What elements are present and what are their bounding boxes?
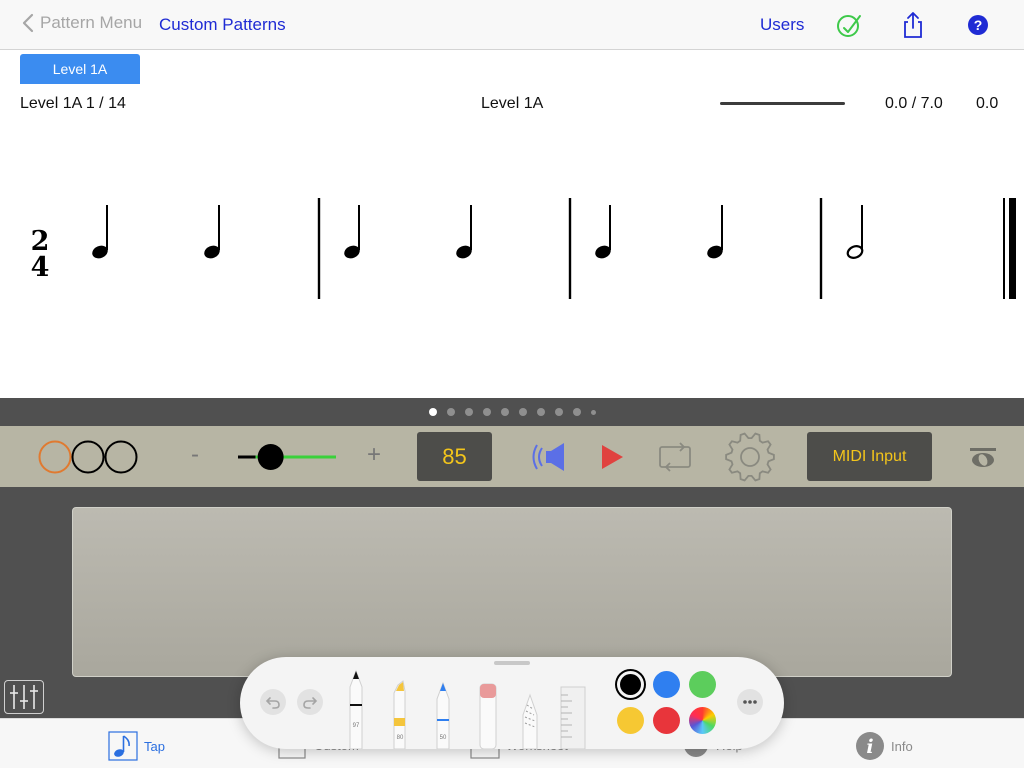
gear-icon [725,432,775,482]
time-signature-bottom: 4 [31,252,50,283]
page-title: Custom Patterns [159,15,286,34]
progress-text: 0.0 / 7.0 [885,95,943,112]
progress-bar [720,102,845,105]
pen-tool[interactable]: 97 [344,667,368,749]
quarter-note [595,205,611,259]
volume-slider[interactable] [236,440,340,474]
svg-text:?: ? [974,17,983,33]
tap-pad[interactable] [72,507,952,677]
tab-tap[interactable]: Tap [108,731,165,761]
speaker-icon [532,443,564,471]
quarter-note [707,205,723,259]
undo-button[interactable] [260,689,286,715]
more-options-button[interactable] [737,689,763,715]
loop-button[interactable] [657,442,693,472]
count-in-circle [71,440,105,474]
palette-grabber[interactable] [494,661,530,665]
whole-note-button[interactable] [968,446,998,468]
marker-tool-number: 80 [396,735,404,741]
back-button[interactable]: Pattern Menu [22,13,142,33]
color-swatch[interactable] [617,707,644,734]
redo-button[interactable] [297,689,323,715]
transport-bar: - + 85 MIDI Input [0,426,1024,487]
lasso-icon [522,693,538,749]
back-button-label: Pattern Menu [40,13,143,32]
ruler-icon [560,686,586,749]
pencil-tool-number: 50 [439,735,447,741]
tab-info[interactable]: i Info [855,731,913,761]
undo-icon [265,697,280,709]
color-swatch[interactable] [653,671,680,698]
quarter-note [456,205,472,259]
help-icon: ? [968,15,988,35]
ellipsis-icon [743,700,757,704]
chevron-left-icon [22,13,34,33]
svg-text:i: i [866,736,873,758]
navigation-bar: Pattern Menu Custom Patterns Users ? [0,0,1024,50]
users-button[interactable]: Users [760,15,804,35]
level-title: Level 1A [481,95,544,112]
tab-info-label: Info [891,738,913,754]
page-dot[interactable] [464,408,473,416]
tab-level-1a[interactable]: Level 1A [20,54,140,84]
tempo-decrease-button[interactable]: - [191,441,199,469]
drawing-palette: 97 80 50 [240,657,784,749]
pen-icon [349,669,363,749]
page-dot[interactable] [446,408,455,416]
final-bar-thick [1009,198,1016,299]
marker-tool[interactable]: 80 [388,667,412,749]
eraser-tool[interactable] [475,667,499,749]
mixer-button[interactable] [4,680,44,714]
count-in-circle [38,440,72,474]
whole-note-icon [970,448,996,467]
play-button[interactable] [600,444,624,470]
speaker-button[interactable] [531,440,569,474]
pen-tool-number: 97 [352,723,360,729]
sliders-icon [10,685,38,709]
help-button[interactable]: ? [965,11,991,39]
quarter-note [204,205,220,259]
quarter-note [92,205,108,259]
slider-knob[interactable] [257,444,284,470]
music-note-icon [108,731,138,761]
settings-button[interactable] [724,431,776,483]
page-dot[interactable] [590,409,596,415]
page-dot[interactable] [482,408,491,416]
page-dot[interactable] [500,408,509,416]
count-in-circle [104,440,138,474]
metronome-check-icon [837,15,861,37]
page-dot[interactable] [572,408,581,416]
tempo-increase-button[interactable]: + [367,441,381,469]
info-icon: i [856,732,884,760]
count-in-circles[interactable] [38,439,140,475]
color-swatch[interactable] [653,707,680,734]
play-icon [602,445,623,469]
metronome-toggle-button[interactable] [836,11,862,39]
quarter-note [344,205,360,259]
page-dot[interactable] [554,408,563,416]
level-position: Level 1A 1 / 14 [20,95,126,112]
midi-input-button[interactable]: MIDI Input [807,432,932,481]
rhythm-notation: 2 4 [31,198,1016,299]
share-button[interactable] [900,11,926,39]
page-indicator [0,398,1024,426]
ruler-tool[interactable] [560,667,586,749]
share-icon [904,12,922,38]
score-text: 0.0 [976,95,999,112]
redo-icon [303,697,318,709]
eraser-icon [479,683,497,749]
page-dot[interactable] [536,408,545,416]
lasso-tool[interactable] [518,667,542,749]
tempo-display[interactable]: 85 [417,432,492,481]
tab-tap-label: Tap [144,738,165,754]
page-dot[interactable] [428,408,437,416]
loop-icon [659,442,691,472]
color-swatch[interactable] [620,674,641,695]
half-note [846,205,864,259]
color-picker-swatch[interactable] [689,707,716,734]
page-dot[interactable] [518,408,527,416]
pencil-tool[interactable]: 50 [431,667,455,749]
color-swatch[interactable] [689,671,716,698]
